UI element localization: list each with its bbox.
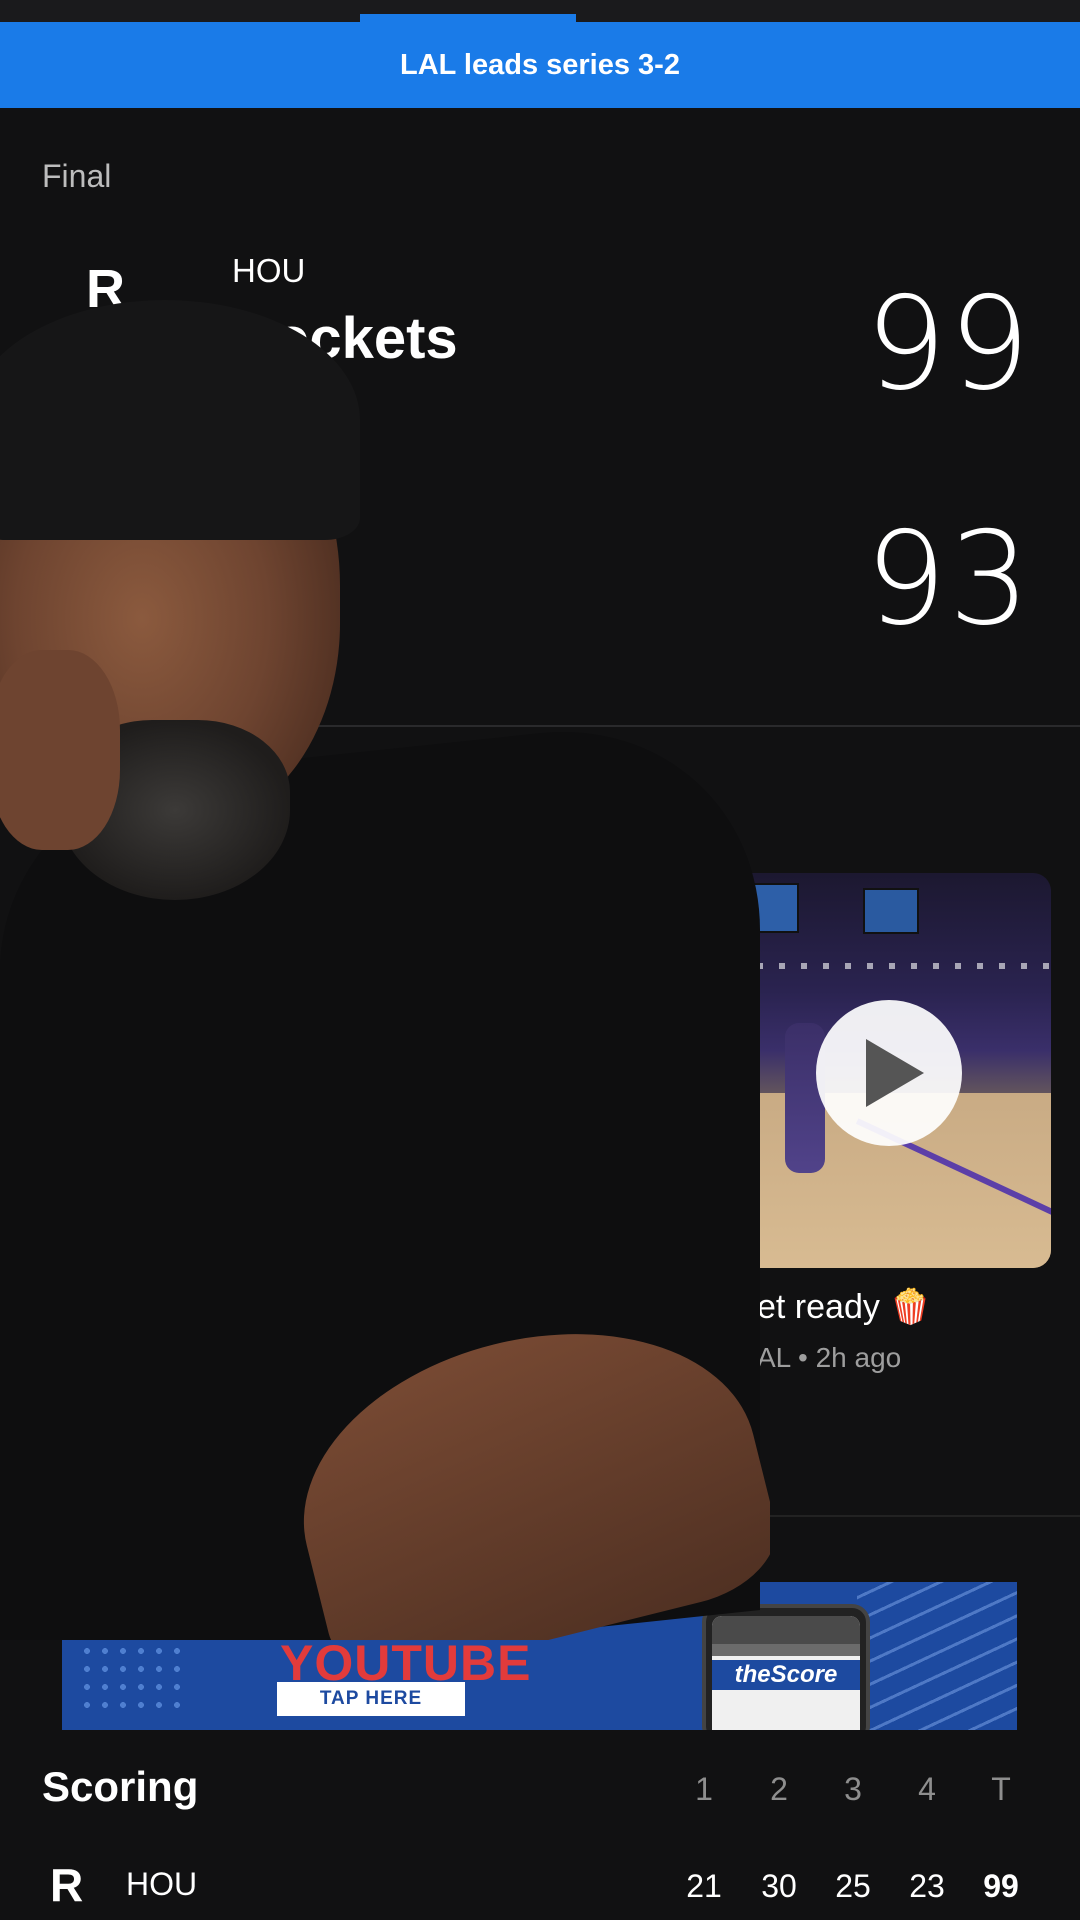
quarter-score: 21 <box>686 1868 722 1904</box>
quarter-header: 4 <box>918 1771 936 1807</box>
ad-brand-logo: theScore <box>712 1660 860 1690</box>
video-meta: AL • 2h ago <box>757 1342 902 1373</box>
quarter-header: 3 <box>844 1771 862 1807</box>
quarter-score: 30 <box>761 1868 797 1904</box>
total-header: T <box>991 1771 1011 1807</box>
ad-cta-button[interactable]: TAP HERE <box>277 1682 465 1716</box>
ad-stripes-decoration <box>857 1582 1017 1730</box>
ad-banner[interactable]: YOUTUBE TAP HERE theScore <box>62 1582 1017 1730</box>
scoring-headers: 1 2 3 4 T <box>0 1771 1080 1811</box>
quarter-score: 25 <box>835 1868 871 1904</box>
series-banner[interactable]: LAL leads series 3-2 <box>0 22 1080 108</box>
quarter-header: 2 <box>770 1771 788 1807</box>
home-team-name[interactable]: Rockets <box>232 305 458 372</box>
ad-phone-mockup: theScore <box>702 1604 870 1730</box>
person-hand <box>0 650 120 850</box>
tab-indicator <box>360 14 576 22</box>
away-team-score: 93 <box>865 505 1032 654</box>
rockets-logo-icon: R <box>86 259 125 319</box>
ad-phone-screen: theScore <box>712 1616 860 1730</box>
player-figure <box>785 1023 825 1173</box>
home-team-abbr: HOU <box>232 252 306 289</box>
arena-screen <box>863 888 919 934</box>
top-strip <box>0 0 1080 22</box>
game-status: Final <box>42 158 112 194</box>
home-team-score: 99 <box>865 270 1032 419</box>
ad-phone-bar <box>712 1616 860 1644</box>
scoring-team-abbr: HOU <box>126 1866 198 1902</box>
ad-dots-decoration <box>78 1642 188 1712</box>
section-divider <box>0 1515 1080 1517</box>
ad-phone-bar <box>712 1644 860 1656</box>
total-score: 99 <box>983 1868 1019 1904</box>
scoring-row-hou: R HOU 21 30 25 23 99 <box>0 1858 1080 1918</box>
arena-lights <box>735 963 1051 969</box>
rockets-logo-icon: R <box>50 1859 84 1911</box>
person-beard <box>60 720 290 900</box>
person-body <box>0 710 760 1640</box>
person-video-overlay <box>0 300 770 1640</box>
arena-screen <box>735 883 799 933</box>
play-icon <box>866 1039 924 1107</box>
section-divider <box>0 725 1080 727</box>
video-title[interactable]: et ready 🍿 <box>757 1287 932 1327</box>
away-team-name[interactable]: ers <box>232 540 316 605</box>
quarter-header: 1 <box>695 1771 713 1807</box>
play-button[interactable] <box>816 1000 962 1146</box>
quarter-score: 23 <box>909 1868 945 1904</box>
